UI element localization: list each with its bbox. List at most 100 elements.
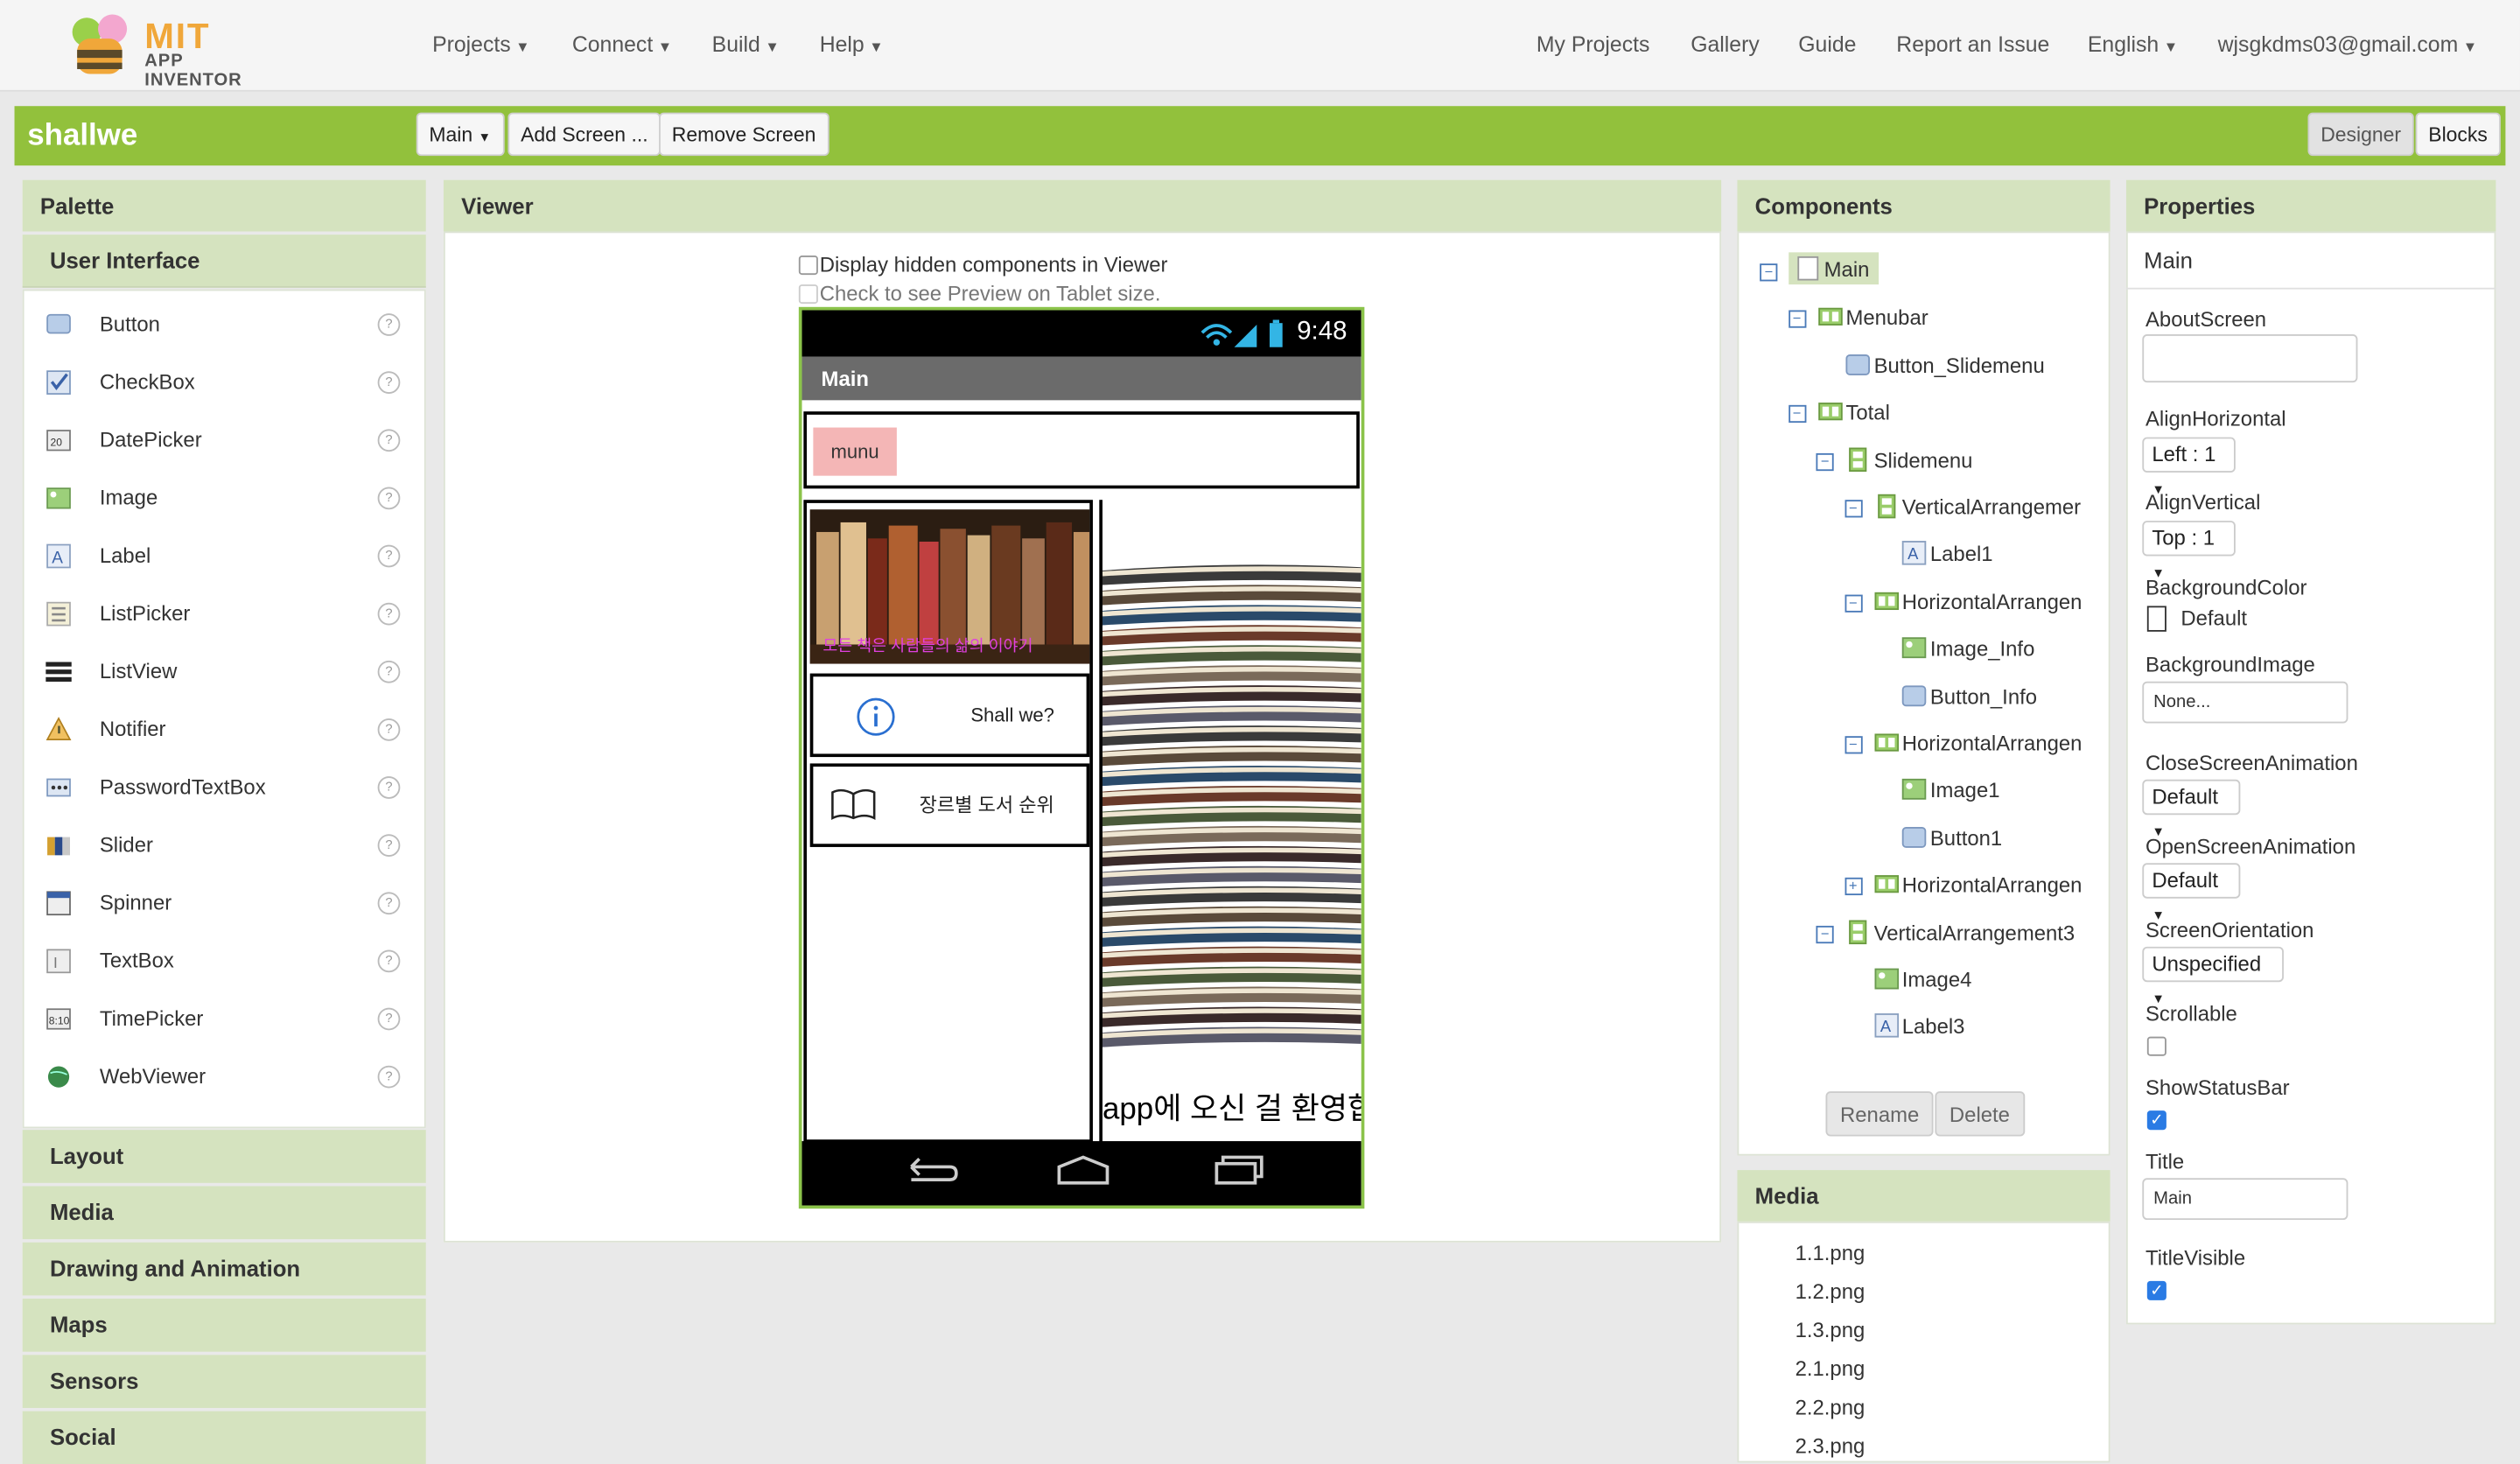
component-tree-item[interactable]: A Label1 [1901,541,1993,566]
help-icon[interactable]: ? [377,313,401,336]
media-file[interactable]: 2.2.png [1796,1395,1866,1419]
about-screen-textarea[interactable] [2142,334,2358,383]
component-tree-item[interactable]: A Label3 [1873,1013,1964,1039]
link-report-issue[interactable]: Report an Issue [1896,32,2049,57]
component-tree-item[interactable]: HorizontalArrangen [1873,872,2082,897]
component-tree-item[interactable]: Image_Info [1901,635,2034,661]
palette-category-user-interface[interactable]: User Interface [22,235,426,288]
help-icon[interactable]: ? [377,602,401,626]
help-icon[interactable]: ? [377,949,401,973]
component-tree-item[interactable]: Button_Slidemenu [1845,352,2045,377]
help-icon[interactable]: ? [377,892,401,915]
menu-build[interactable]: Build ▼ [712,32,780,57]
screen-select-button[interactable]: Main ▼ [416,112,504,157]
menu-projects[interactable]: Projects ▼ [432,32,529,57]
collapse-icon[interactable]: − [1816,452,1834,471]
close-anim-select[interactable]: Default ▼ [2142,779,2241,839]
palette-category-media[interactable]: Media [22,1186,426,1240]
link-my-projects[interactable]: My Projects [1536,32,1650,57]
help-icon[interactable]: ? [377,1007,401,1031]
genre-ranking-row[interactable]: 장르별 도서 순위 [809,763,1090,847]
designer-button[interactable]: Designer [2307,112,2414,157]
delete-button[interactable]: Delete [1935,1091,2025,1137]
palette-item-notifier[interactable]: Notifier? [42,711,403,749]
help-icon[interactable]: ? [377,371,401,394]
collapse-icon[interactable]: − [1844,500,1862,518]
blocks-button[interactable]: Blocks [2415,112,2501,157]
tablet-preview-checkbox[interactable] [798,284,818,305]
collapse-icon[interactable]: − [1760,263,1778,282]
palette-category-layout[interactable]: Layout [22,1130,426,1183]
align-vertical-select[interactable]: Top : 1 ▼ [2142,521,2236,580]
component-tree-item[interactable]: Button_Info [1901,683,2037,708]
scrollable-checkbox[interactable] [2146,1036,2166,1056]
component-tree-item[interactable]: HorizontalArrangen [1873,730,2082,755]
background-image-picker[interactable]: None... [2142,681,2348,724]
palette-item-image[interactable]: Image? [42,479,403,517]
palette-item-button[interactable]: Button? [42,305,403,344]
component-tree-item[interactable]: VerticalArrangemer [1873,494,2081,519]
palette-item-listpicker[interactable]: ListPicker? [42,595,403,634]
background-color-value[interactable]: Default [2180,606,2247,630]
palette-category-sensors[interactable]: Sensors [22,1355,426,1408]
collapse-icon[interactable]: − [1844,736,1862,754]
palette-item-spinner[interactable]: Spinner? [42,884,403,922]
collapse-icon[interactable]: − [1788,405,1806,424]
component-tree-item[interactable]: Menubar [1816,305,1928,330]
collapse-icon[interactable]: − [1844,594,1862,613]
component-tree-item[interactable]: Total [1816,399,1890,424]
component-tree-item[interactable]: HorizontalArrangen [1873,588,2082,613]
app-inventor-logo[interactable]: MIT APP INVENTOR [61,10,286,90]
help-icon[interactable]: ? [377,1065,401,1089]
palette-item-passwordtextbox[interactable]: PasswordTextBox? [42,768,403,807]
palette-item-slider[interactable]: Slider? [42,826,403,865]
genre-ranking-button[interactable]: 장르별 도서 순위 [906,782,1068,827]
menu-help[interactable]: Help ▼ [820,32,884,57]
title-input[interactable]: Main [2142,1178,2348,1221]
collapse-icon[interactable]: − [1816,925,1834,943]
palette-category-maps[interactable]: Maps [22,1299,426,1352]
help-icon[interactable]: ? [377,487,401,510]
expand-icon[interactable]: + [1844,878,1862,896]
palette-item-textbox[interactable]: I TextBox? [42,942,403,980]
menu-connect[interactable]: Connect ▼ [572,32,672,57]
component-tree-item[interactable]: Image4 [1873,966,1971,991]
media-file[interactable]: 2.1.png [1796,1356,1866,1381]
media-file[interactable]: 1.2.png [1796,1279,1866,1304]
media-file[interactable]: 2.3.png [1796,1433,1866,1458]
media-file[interactable]: 1.1.png [1796,1241,1866,1265]
align-horizontal-select[interactable]: Left : 1 ▼ [2142,437,2236,497]
help-icon[interactable]: ? [377,660,401,683]
palette-item-listview[interactable]: ListView? [42,653,403,691]
shall-we-button[interactable]: Shall we? [948,693,1077,738]
palette-item-datepicker[interactable]: 20 DatePicker? [42,421,403,459]
help-icon[interactable]: ? [377,776,401,799]
rename-button[interactable]: Rename [1825,1091,1934,1137]
media-file[interactable]: 1.3.png [1796,1318,1866,1342]
help-icon[interactable]: ? [377,718,401,741]
hidden-components-checkbox[interactable] [798,256,818,276]
component-tree-item[interactable]: VerticalArrangement3 [1845,919,2075,944]
palette-item-label[interactable]: A Label? [42,536,403,575]
palette-item-checkbox[interactable]: CheckBox? [42,363,403,402]
link-gallery[interactable]: Gallery [1690,32,1760,57]
add-screen-button[interactable]: Add Screen ... [508,112,662,157]
help-icon[interactable]: ? [377,834,401,857]
palette-item-webviewer[interactable]: WebViewer? [42,1058,403,1096]
component-tree-item[interactable]: Button1 [1901,824,2002,850]
collapse-icon[interactable]: − [1788,311,1806,329]
palette-category-social[interactable]: Social [22,1411,426,1464]
component-tree-item[interactable]: Image1 [1901,777,2000,802]
statusbar-checkbox[interactable]: ✓ [2146,1110,2166,1131]
help-icon[interactable]: ? [377,544,401,568]
help-icon[interactable]: ? [377,429,401,452]
color-swatch[interactable] [2146,606,2166,632]
shall-we-row[interactable]: Shall we? [809,673,1090,758]
title-visible-checkbox[interactable]: ✓ [2146,1280,2166,1300]
palette-item-timepicker[interactable]: 8:10 TimePicker? [42,999,403,1038]
orientation-select[interactable]: Unspecified ▼ [2142,946,2284,1006]
open-anim-select[interactable]: Default ▼ [2142,863,2241,922]
link-guide[interactable]: Guide [1798,32,1856,57]
language-menu[interactable]: English ▼ [2088,32,2178,57]
palette-category-drawing[interactable]: Drawing and Animation [22,1242,426,1296]
